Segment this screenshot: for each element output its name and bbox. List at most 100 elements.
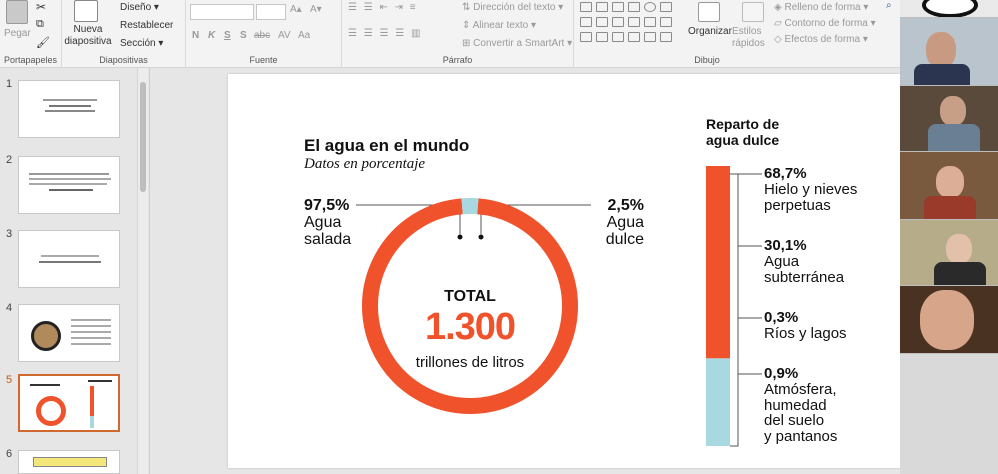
quick-styles-button[interactable]: Estilos rápidos xyxy=(732,26,772,50)
item-atmosphere-line-4: y pantanos xyxy=(764,428,838,445)
align-text-label: Alinear texto xyxy=(472,20,529,31)
underline-button[interactable]: S xyxy=(224,30,231,41)
shape-effects-button[interactable]: ◇ Efectos de forma ▾ xyxy=(774,34,868,45)
shape-outline-button[interactable]: ▱ Contorno de forma ▾ xyxy=(774,18,876,29)
change-case-button[interactable]: Aa xyxy=(298,30,310,41)
item-atmosphere-line-2: humedad xyxy=(764,396,827,414)
thumbnail-slide-5[interactable] xyxy=(18,374,120,432)
bold-button[interactable]: N xyxy=(192,30,199,41)
item-atmosphere: 0,9% Atmósfera, humedad del suelo y pant… xyxy=(764,366,837,445)
item-groundwater: 30,1% Agua subterránea xyxy=(764,238,844,285)
video-tile-logo xyxy=(900,0,998,18)
format-painter-icon[interactable]: 🖌 xyxy=(36,36,50,49)
item-ice-line-2: perpetuas xyxy=(764,196,831,214)
section-button[interactable]: Sección ▾ xyxy=(120,38,163,49)
cut-icon[interactable]: ✂ xyxy=(36,0,46,14)
shadow-button[interactable]: S xyxy=(240,30,247,41)
participant-1-body xyxy=(914,64,970,85)
section-label: Sección xyxy=(120,38,156,49)
shape-effects-label: Efectos de forma xyxy=(784,34,861,45)
slides-group: Nueva diapositiva Diseño ▾ Restablecer S… xyxy=(62,0,186,68)
thumbnail-slide-1[interactable] xyxy=(18,80,120,138)
italic-button[interactable]: K xyxy=(208,30,215,41)
copy-icon[interactable]: ⧉ xyxy=(36,18,44,31)
font-group-label: Fuente xyxy=(249,55,278,65)
font-size-input[interactable] xyxy=(256,4,286,20)
bar-ice xyxy=(706,166,730,359)
item-atmosphere-pct: 0,9% xyxy=(764,365,799,382)
align-icons[interactable]: ☰ ☰ ☰ ☰ ▥ xyxy=(348,28,422,39)
participant-3-body xyxy=(924,196,976,219)
bullets-icon[interactable]: ☰ ☰ ⇤ ⇥ ≡ xyxy=(348,2,418,13)
paste-button[interactable]: Pegar xyxy=(4,28,31,39)
video-tile-participant-3[interactable] xyxy=(900,152,998,220)
thumb-number: 1 xyxy=(6,78,13,90)
logo-icon xyxy=(922,0,978,17)
video-tile-participant-4[interactable] xyxy=(900,220,998,286)
shape-outline-label: Contorno de forma xyxy=(784,18,868,29)
smartart-label: Convertir a SmartArt xyxy=(473,38,565,49)
grow-font-icon[interactable]: A▴ xyxy=(290,4,302,15)
participant-2-face xyxy=(940,96,966,126)
font-name-input[interactable] xyxy=(190,4,254,20)
slide-canvas[interactable]: El agua en el mundo Datos en porcentaje … xyxy=(228,74,900,468)
quick-styles-icon[interactable] xyxy=(742,2,764,22)
strikethrough-button[interactable]: abc xyxy=(254,30,270,41)
thumbnail-slide-6[interactable] xyxy=(18,450,120,474)
text-direction-label: Dirección del texto xyxy=(473,2,556,13)
align-text-button[interactable]: ⇕ Alinear texto ▾ xyxy=(462,20,536,31)
new-slide-button[interactable]: Nueva diapositiva xyxy=(62,24,114,47)
arrange-button[interactable]: Organizar xyxy=(688,26,732,37)
reset-button[interactable]: Restablecer xyxy=(120,20,173,31)
video-tile-participant-1[interactable] xyxy=(900,18,998,86)
item-groundwater-pct: 30,1% xyxy=(764,237,807,254)
item-rivers: 0,3% Ríos y lagos xyxy=(764,310,847,342)
thumb-number: 5 xyxy=(6,374,13,386)
participant-4-body xyxy=(934,262,986,285)
item-atmosphere-line-3: del suelo xyxy=(764,412,825,430)
thumbnail-slide-4[interactable] xyxy=(18,304,120,362)
search-icon[interactable]: ⌕ xyxy=(886,0,892,11)
video-tile-participant-5[interactable] xyxy=(900,286,998,354)
paragraph-group: ☰ ☰ ⇤ ⇥ ≡ ☰ ☰ ☰ ☰ ▥ ⇅ Dirección del text… xyxy=(342,0,574,68)
thumbnails-scrollbar[interactable] xyxy=(137,68,148,474)
item-ice-line-1: Hielo y nieves xyxy=(764,180,858,198)
paragraph-group-label: Párrafo xyxy=(442,55,473,65)
new-slide-icon[interactable] xyxy=(74,0,98,22)
item-groundwater-line-2: subterránea xyxy=(764,268,845,286)
spacing-button[interactable]: AV xyxy=(278,30,291,41)
thumb-number: 6 xyxy=(6,448,13,460)
item-rivers-line-1: Ríos y lagos xyxy=(764,324,847,342)
text-direction-button[interactable]: ⇅ Dirección del texto ▾ xyxy=(462,2,563,13)
ribbon: Pegar ✂ ⧉ 🖌 Portapapeles Nueva diapositi… xyxy=(0,0,900,68)
shapes-gallery[interactable] xyxy=(578,0,688,48)
participant-3-face xyxy=(936,166,964,198)
arrange-icon[interactable] xyxy=(698,2,720,22)
item-atmosphere-line-1: Atmósfera, xyxy=(764,380,837,398)
participant-5-face xyxy=(920,290,974,350)
slide-thumbnails-panel: 1 2 3 4 5 6 xyxy=(0,68,150,474)
shape-fill-label: Relleno de forma xyxy=(784,2,861,13)
layout-button[interactable]: Diseño ▾ xyxy=(120,2,159,13)
thumbnail-slide-3[interactable] xyxy=(18,230,120,288)
shrink-font-icon[interactable]: A▾ xyxy=(310,4,322,15)
participant-4-face xyxy=(946,234,972,264)
font-group: A▴ A▾ N K S S abc AV Aa Fuente xyxy=(186,0,342,68)
clipboard-group: Pegar ✂ ⧉ 🖌 Portapapeles xyxy=(0,0,62,68)
thumb-number: 4 xyxy=(6,302,13,314)
participant-2-body xyxy=(928,124,980,151)
paste-icon[interactable] xyxy=(6,0,28,24)
shape-fill-button[interactable]: ◈ Relleno de forma ▾ xyxy=(774,2,868,13)
slides-group-label: Diapositivas xyxy=(99,55,148,65)
thumbnail-slide-2[interactable] xyxy=(18,156,120,214)
bar-bracket xyxy=(730,173,739,447)
scrollbar-thumb[interactable] xyxy=(140,82,146,192)
video-call-panel xyxy=(900,0,998,474)
item-ice: 68,7% Hielo y nieves perpetuas xyxy=(764,166,857,213)
thumb-number: 3 xyxy=(6,228,13,240)
video-tile-participant-2[interactable] xyxy=(900,86,998,152)
bar-groundwater xyxy=(706,358,730,446)
smartart-button[interactable]: ⊞ Convertir a SmartArt ▾ xyxy=(462,38,572,49)
layout-label: Diseño xyxy=(120,2,152,13)
item-ice-pct: 68,7% xyxy=(764,165,807,182)
